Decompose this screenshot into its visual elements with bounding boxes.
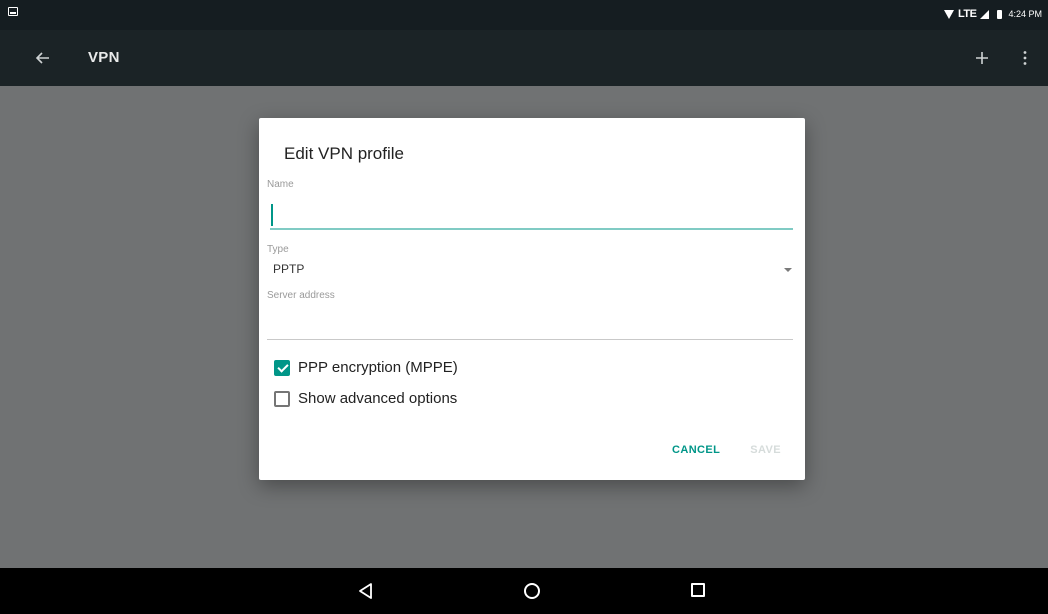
mppe-checkbox[interactable] xyxy=(274,359,290,376)
add-icon[interactable] xyxy=(974,50,990,66)
signal-icon xyxy=(980,9,990,19)
navigation-bar xyxy=(0,568,1048,614)
dialog-title: Edit VPN profile xyxy=(284,144,404,163)
advanced-options-checkbox-row[interactable]: Show advanced options xyxy=(274,390,457,407)
server-address-input[interactable] xyxy=(267,310,793,340)
status-bar: LTE 4:24 PM xyxy=(0,0,1048,30)
dialog-actions: CANCEL SAVE xyxy=(672,444,781,456)
more-vert-icon[interactable] xyxy=(1022,50,1028,66)
text-cursor xyxy=(271,204,273,226)
mppe-checkbox-row[interactable]: PPP encryption (MPPE) xyxy=(274,359,458,376)
nav-home-icon[interactable] xyxy=(524,583,540,599)
back-arrow-icon[interactable] xyxy=(34,50,50,66)
app-title: VPN xyxy=(88,49,120,66)
network-type: LTE xyxy=(958,8,977,20)
server-address-label: Server address xyxy=(267,290,335,301)
type-label: Type xyxy=(267,244,289,255)
mppe-checkbox-label: PPP encryption (MPPE) xyxy=(298,359,458,376)
type-dropdown[interactable]: PPTP xyxy=(267,258,797,280)
advanced-options-checkbox[interactable] xyxy=(274,390,290,407)
nav-back-icon[interactable] xyxy=(357,582,375,600)
name-input[interactable] xyxy=(270,200,793,230)
app-bar: VPN xyxy=(0,30,1048,86)
dropdown-arrow-icon xyxy=(784,268,792,272)
battery-icon xyxy=(997,9,1003,19)
cancel-button[interactable]: CANCEL xyxy=(672,444,720,456)
status-icons: LTE 4:24 PM xyxy=(944,8,1042,20)
notification-icon xyxy=(8,7,18,16)
type-value: PPTP xyxy=(273,262,305,276)
save-button[interactable]: SAVE xyxy=(750,444,781,456)
advanced-options-checkbox-label: Show advanced options xyxy=(298,390,458,407)
name-label: Name xyxy=(267,179,294,190)
wifi-icon xyxy=(944,9,954,19)
edit-vpn-profile-dialog: Edit VPN profile Name Type PPTP Server a… xyxy=(259,118,805,480)
nav-recents-icon[interactable] xyxy=(691,583,705,597)
clock: 4:24 PM xyxy=(1008,9,1042,19)
